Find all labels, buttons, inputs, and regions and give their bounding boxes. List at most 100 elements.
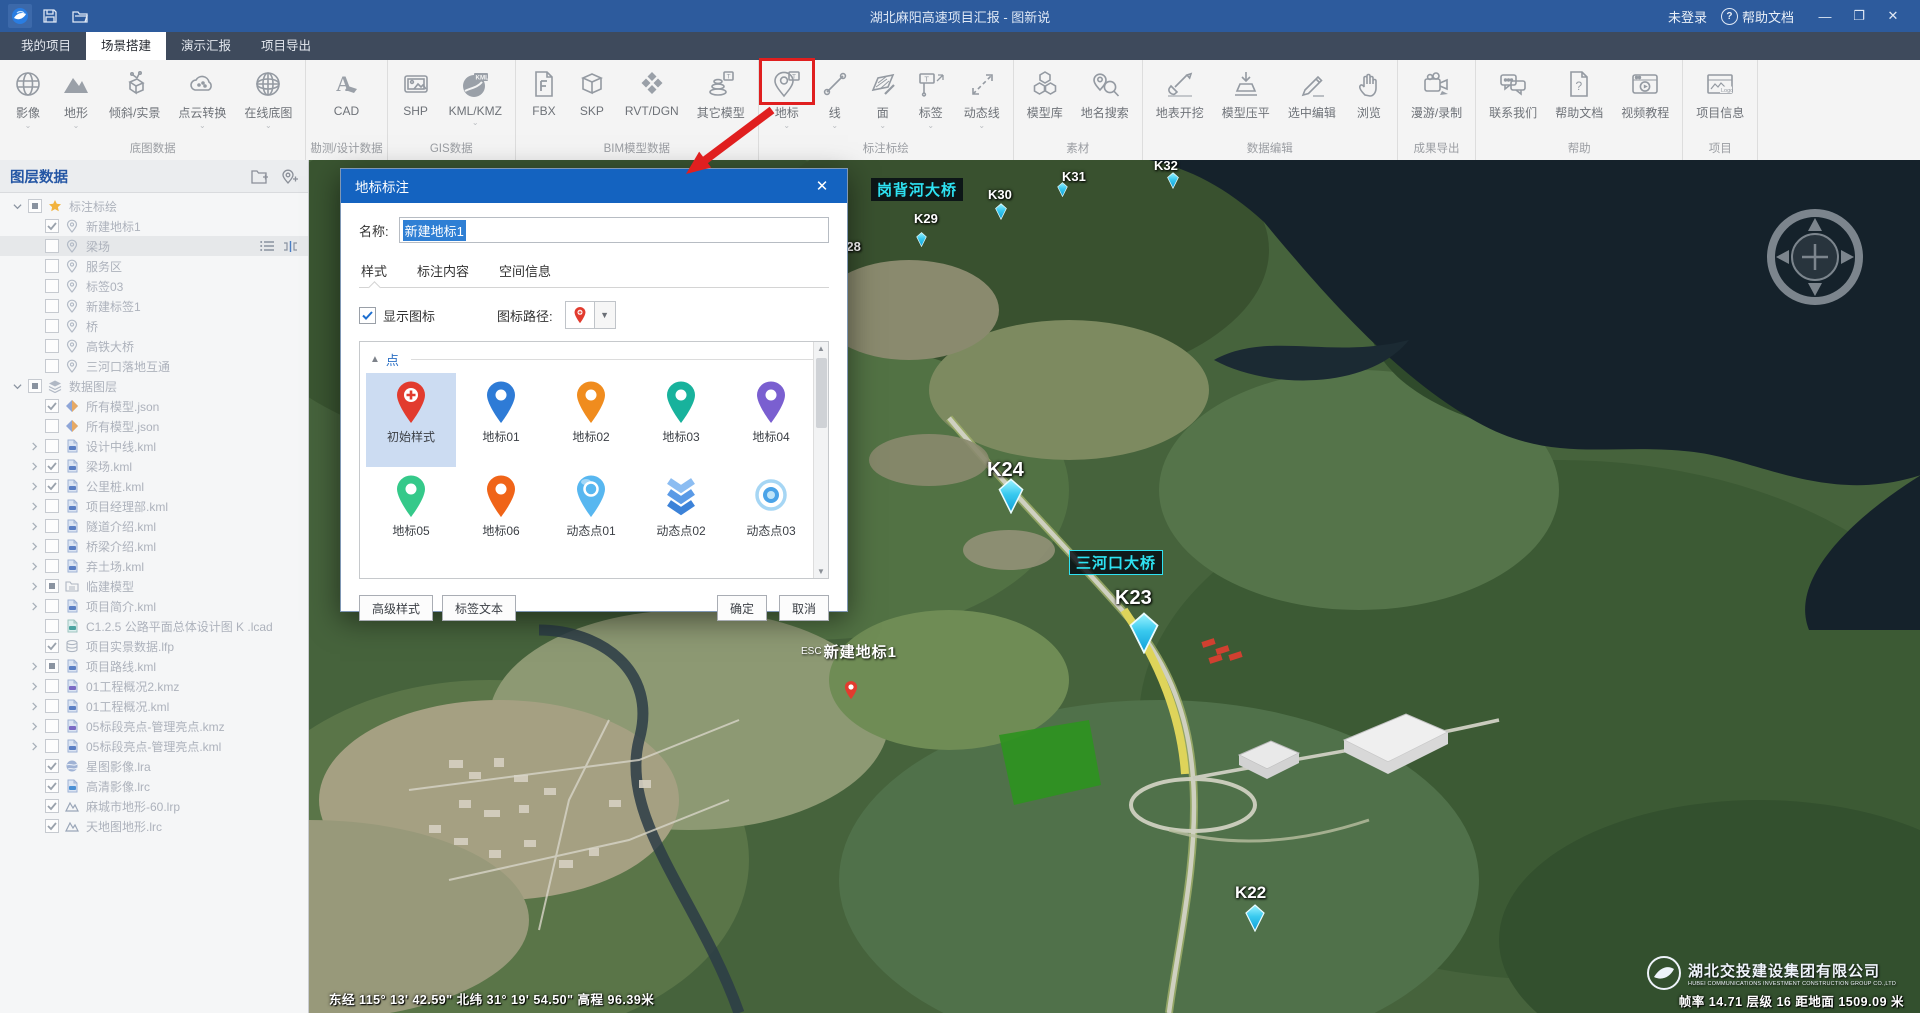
ribbon-button-FBX[interactable]: FBX [520,66,568,128]
layer-tree-item[interactable]: 项目实景数据.lfp [0,636,308,656]
stake-label-K32[interactable]: K32 [1154,160,1178,173]
ribbon-button-影像[interactable]: 影像 ⌄ [4,66,52,131]
chevron-down-icon[interactable]: ⌄ [472,118,479,128]
ribbon-button-联系我们[interactable]: 联系我们 [1480,66,1546,131]
ribbon-button-地标[interactable]: T 地标 ⌄ [763,66,811,131]
ribbon-button-项目信息[interactable]: Logo 项目信息 [1687,66,1753,131]
layer-checkbox[interactable] [45,679,59,693]
chevron-down-icon[interactable]: ⌄ [831,121,838,131]
icon-style-动态点02[interactable]: 动态点02 [636,467,726,561]
layer-tree-item[interactable]: 新建标签1 [0,296,308,316]
maximize-button[interactable]: ❐ [1842,0,1876,32]
ribbon-button-地表开挖[interactable]: 地表开挖 [1147,66,1213,131]
icon-style-初始样式[interactable]: 初始样式 [366,373,456,467]
save-icon[interactable] [38,4,62,28]
ribbon-button-选中编辑[interactable]: 选中编辑 [1279,66,1345,131]
layer-tree-item[interactable]: 新建地标1 [0,216,308,236]
layer-tree-item[interactable]: 05标段亮点-管理亮点.kmz [0,716,308,736]
expander-icon[interactable] [27,702,41,711]
chevron-down-icon[interactable]: ⌄ [978,121,985,131]
ribbon-button-漫游/录制[interactable]: 漫游/录制 [1402,66,1471,131]
layer-checkbox[interactable] [28,379,42,393]
layer-checkbox[interactable] [45,259,59,273]
layer-checkbox[interactable] [45,739,59,753]
ribbon-button-倾斜/实景[interactable]: 倾斜/实景 [100,66,169,131]
expander-icon[interactable] [27,582,41,591]
chevron-down-icon[interactable]: ⌄ [199,121,206,131]
layer-checkbox[interactable] [45,399,59,413]
layer-checkbox[interactable] [45,459,59,473]
layer-tree-item[interactable]: 高铁大桥 [0,336,308,356]
layer-checkbox[interactable] [45,819,59,833]
ribbon-button-RVT/DGN[interactable]: RVT/DGN [616,66,688,128]
bridge-label[interactable]: 三河口大桥 [1069,550,1163,575]
new-landmark[interactable]: ESC新建地标1 [801,641,897,662]
expander-icon[interactable] [27,722,41,731]
icon-path-button[interactable] [565,301,595,329]
minimize-button[interactable]: — [1808,0,1842,32]
dialog-tab-2[interactable]: 标注内容 [415,257,471,287]
layer-checkbox[interactable] [45,519,59,533]
menu-tab-3[interactable]: 演示汇报 [166,32,246,60]
new-landmark-pin-icon[interactable] [843,680,859,700]
layer-tree-item[interactable]: 01工程概况2.kmz [0,676,308,696]
ribbon-button-SHP[interactable]: SHP [392,66,440,128]
ribbon-button-模型库[interactable]: 模型库 [1018,66,1072,131]
ribbon-button-地名搜索[interactable]: 地名搜索 [1072,66,1138,131]
dialog-tab-1[interactable]: 样式 [359,257,389,287]
chevron-down-icon[interactable]: ⌄ [783,121,790,131]
layer-checkbox[interactable] [45,779,59,793]
expander-icon[interactable] [27,542,41,551]
chevron-down-icon[interactable]: ⌄ [879,121,886,131]
layer-tree-item[interactable]: 临建模型 [0,576,308,596]
ribbon-button-动态线[interactable]: 动态线 ⌄ [955,66,1009,131]
icon-style-地标04[interactable]: 地标04 [726,373,816,467]
ribbon-button-地形[interactable]: 地形 ⌄ [52,66,100,131]
expander-icon[interactable] [27,442,41,451]
compass-control[interactable] [1760,202,1870,312]
menu-tab-4[interactable]: 项目导出 [246,32,326,60]
layer-tree-item[interactable]: 数据图层 [0,376,308,396]
open-folder-icon[interactable] [68,4,92,28]
menu-tab-1[interactable]: 我的项目 [6,32,86,60]
layer-checkbox[interactable] [45,359,59,373]
layer-checkbox[interactable] [45,539,59,553]
scroll-down-icon[interactable]: ▼ [817,567,825,576]
close-button[interactable]: ✕ [1876,0,1910,32]
layer-checkbox[interactable] [45,279,59,293]
expander-icon[interactable] [27,662,41,671]
expander-icon[interactable] [27,602,41,611]
label-text-button[interactable]: 标签文本 [442,595,516,621]
stake-label-K24[interactable]: K24 [987,459,1024,482]
map-pin-marker[interactable] [1245,904,1265,932]
expander-icon[interactable] [27,682,41,691]
ok-button[interactable]: 确定 [717,595,767,621]
layer-checkbox[interactable] [45,239,59,253]
layer-checkbox[interactable] [45,579,59,593]
layer-checkbox[interactable] [45,619,59,633]
map-pin-marker[interactable] [1129,612,1159,654]
scrollbar-thumb[interactable] [816,358,827,428]
layer-tree-item[interactable]: 项目简介.kml [0,596,308,616]
layer-tree-item[interactable]: 隧道介绍.kml [0,516,308,536]
new-landmark-label[interactable]: 新建地标1 [824,644,897,661]
layer-tree-item[interactable]: 项目路线.kml [0,656,308,676]
layer-tree-item[interactable]: 设计中线.kml [0,436,308,456]
ribbon-button-标签[interactable]: T 标签 ⌄ [907,66,955,131]
layer-tree-item[interactable]: 高清影像.lrc [0,776,308,796]
ribbon-button-CAD[interactable]: A CAD [322,66,370,128]
layer-checkbox[interactable] [45,319,59,333]
map-pin-marker[interactable] [998,478,1024,514]
chevron-down-icon[interactable]: ⌄ [73,121,80,131]
layer-checkbox[interactable] [45,759,59,773]
bridge-label[interactable]: 岗背河大桥 [871,178,963,201]
ribbon-button-线[interactable]: 线 ⌄ [811,66,859,131]
layer-checkbox[interactable] [45,499,59,513]
expander-icon[interactable] [10,382,24,391]
map-pin-marker[interactable] [916,232,927,247]
dialog-title-bar[interactable]: 地标标注 ✕ [341,169,847,203]
layer-checkbox[interactable] [28,199,42,213]
add-folder-icon[interactable] [251,169,269,184]
chevron-down-icon[interactable]: ⌄ [25,121,32,131]
stake-label-K22[interactable]: K22 [1235,883,1266,903]
